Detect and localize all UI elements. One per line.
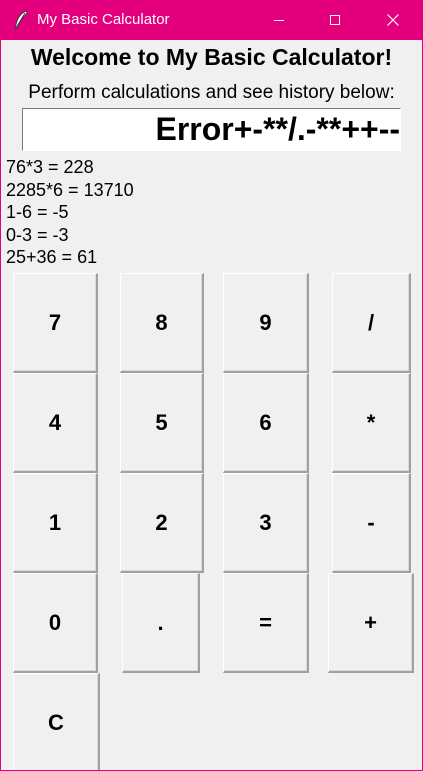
key-equals[interactable]: = — [223, 573, 309, 673]
key-clear[interactable]: C — [13, 673, 100, 770]
history-item: 1-6 = -5 — [6, 202, 69, 222]
history-list: 76*3 = 228 2285*6 = 13710 1-6 = -5 0-3 =… — [6, 156, 134, 269]
feather-icon — [12, 10, 30, 30]
maximize-button[interactable] — [307, 0, 363, 40]
history-item: 2285*6 = 13710 — [6, 179, 134, 200]
welcome-heading: Welcome to My Basic Calculator! — [30, 44, 393, 70]
key-9[interactable]: 9 — [223, 273, 309, 373]
minimize-button[interactable] — [251, 0, 307, 40]
history-item: 0-3 = -3 — [6, 224, 69, 245]
calculator-body: Welcome to My Basic Calculator! Perform … — [1, 40, 422, 770]
key-5[interactable]: 5 — [120, 373, 204, 473]
display-value: Error+-**/.-**++-- — [155, 111, 400, 147]
key-8[interactable]: 8 — [120, 273, 204, 373]
result-display[interactable]: Error+-**/.-**++-- — [22, 108, 401, 151]
close-button[interactable] — [365, 0, 421, 40]
key-divide[interactable]: / — [332, 273, 411, 373]
key-4[interactable]: 4 — [13, 373, 98, 473]
key-subtract[interactable]: - — [332, 473, 411, 573]
history-item: 25+36 = 61 — [6, 247, 98, 267]
key-add[interactable]: + — [328, 573, 414, 673]
key-6[interactable]: 6 — [223, 373, 309, 473]
minimize-icon — [273, 14, 285, 26]
close-icon — [386, 13, 400, 27]
instructions-label: Perform calculations and see history bel… — [28, 82, 395, 103]
key-2[interactable]: 2 — [120, 473, 204, 573]
window-title: My Basic Calculator — [37, 11, 170, 28]
maximize-icon — [329, 14, 341, 26]
key-3[interactable]: 3 — [223, 473, 309, 573]
key-1[interactable]: 1 — [13, 473, 98, 573]
key-multiply[interactable]: * — [332, 373, 411, 473]
history-item: 76*3 = 228 — [6, 157, 94, 177]
title-bar[interactable]: My Basic Calculator — [0, 0, 423, 40]
calculator-window: My Basic Calculator Welcome to My Basic … — [0, 0, 423, 771]
key-0[interactable]: 0 — [13, 573, 98, 673]
key-7[interactable]: 7 — [13, 273, 98, 373]
key-decimal[interactable]: . — [122, 573, 200, 673]
